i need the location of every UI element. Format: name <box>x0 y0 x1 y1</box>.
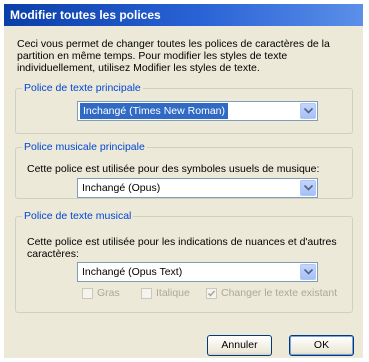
checkbox-label: Changer le texte existant <box>221 287 338 299</box>
cancel-button[interactable]: Annuler <box>207 335 272 356</box>
combo-value: Inchangé (Times New Roman) <box>80 103 228 119</box>
chevron-down-icon[interactable] <box>300 180 316 196</box>
checkbox-box[interactable] <box>206 288 217 299</box>
modify-fonts-dialog: Modifier toutes les polices Ceci vous pe… <box>0 0 369 362</box>
group-legend: Police de texte principale <box>22 82 143 94</box>
checkmark-icon <box>207 290 216 297</box>
checkbox-label: Gras <box>97 287 120 299</box>
intro-text: Ceci vous permet de changer toutes les p… <box>17 38 330 74</box>
combo-value: Inchangé (Opus) <box>82 182 161 194</box>
main-music-font-select[interactable]: Inchangé (Opus) <box>77 178 318 198</box>
chevron-down-icon[interactable] <box>300 264 316 280</box>
checkbox-box[interactable] <box>82 288 93 299</box>
main-music-description: Cette police est utilisée pour des symbo… <box>27 163 320 175</box>
checkbox-label: Italique <box>156 287 190 299</box>
window-title: Modifier toutes les polices <box>4 4 363 26</box>
chevron-down-icon[interactable] <box>300 103 316 119</box>
main-text-font-select[interactable]: Inchangé (Times New Roman) <box>77 101 318 121</box>
music-text-font-select[interactable]: Inchangé (Opus Text) <box>77 262 318 282</box>
checkbox-box[interactable] <box>141 288 152 299</box>
combo-value: Inchangé (Opus Text) <box>82 266 183 278</box>
ok-button[interactable]: OK <box>289 335 354 356</box>
music-text-description: Cette police est utilisée pour les indic… <box>27 236 337 260</box>
group-legend: Police de texte musical <box>22 210 134 222</box>
group-legend: Police musicale principale <box>22 141 147 153</box>
